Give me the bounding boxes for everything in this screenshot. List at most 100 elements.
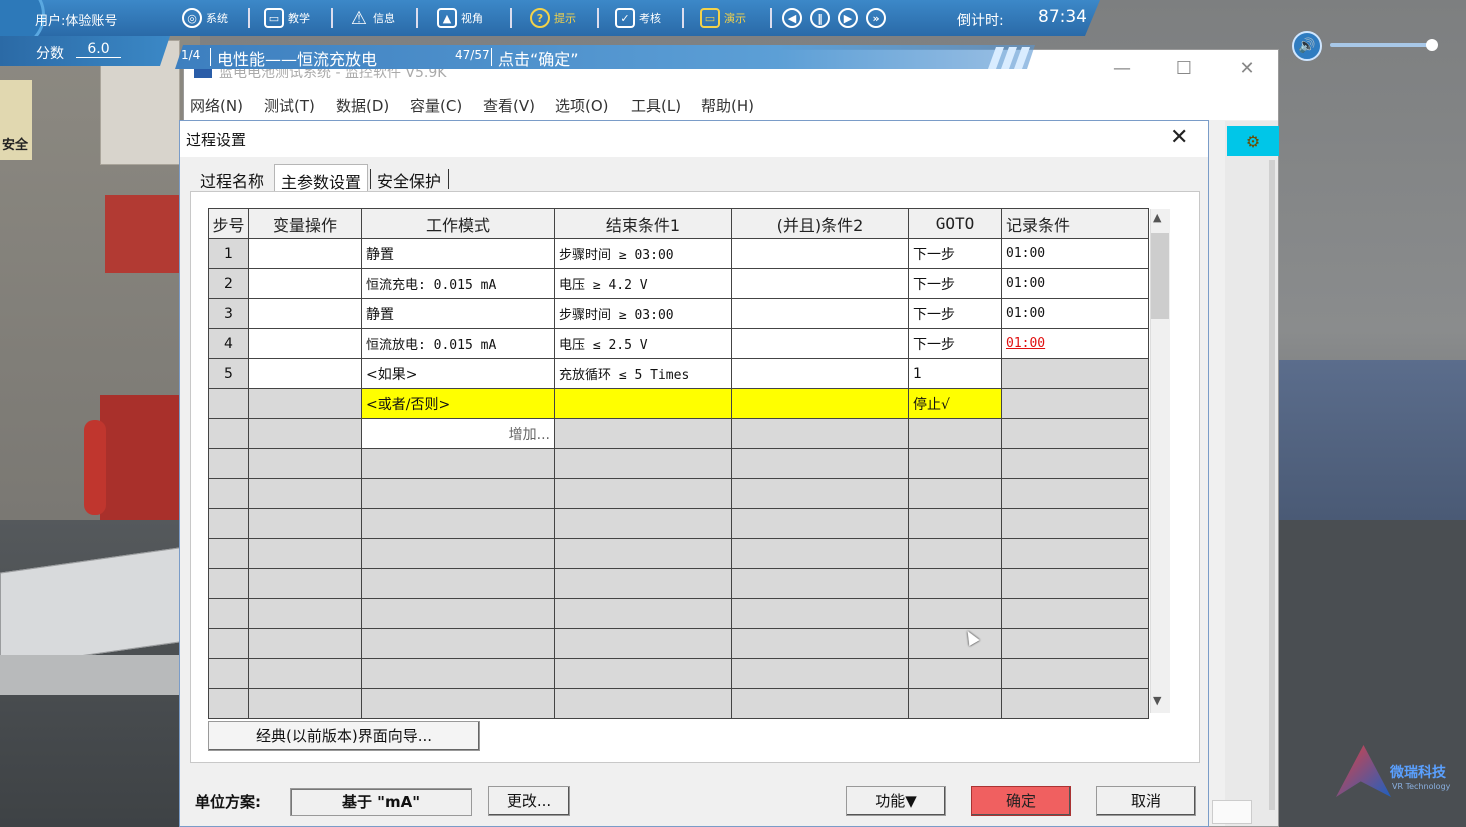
- goto-cell[interactable]: 下一步: [908, 238, 1002, 269]
- condition2-cell[interactable]: [731, 358, 909, 389]
- record-cell[interactable]: [1001, 388, 1149, 419]
- var-cell[interactable]: [248, 238, 362, 269]
- column-header[interactable]: GOTO: [908, 208, 1002, 239]
- info-button[interactable]: ⚠ 信息: [349, 6, 395, 30]
- cancel-button[interactable]: 取消: [1096, 786, 1196, 816]
- table-row[interactable]: 5 <如果> 充放循环 ≤ 5 Times 1: [208, 358, 1149, 389]
- volume-icon[interactable]: 🔊: [1292, 31, 1322, 61]
- close-icon[interactable]: ✕: [1227, 58, 1267, 82]
- condition2-cell[interactable]: [731, 238, 909, 269]
- empty-cell: [1001, 418, 1149, 449]
- menu-options[interactable]: 选项(O): [555, 95, 609, 116]
- step-cell[interactable]: 5: [208, 358, 249, 389]
- column-header[interactable]: 结束条件1: [554, 208, 732, 239]
- record-cell[interactable]: 01:00: [1001, 268, 1149, 299]
- column-header[interactable]: 变量操作: [248, 208, 362, 239]
- condition2-cell[interactable]: [731, 388, 909, 419]
- menu-data[interactable]: 数据(D): [336, 95, 389, 116]
- table-row[interactable]: 增加...: [208, 418, 1149, 449]
- end-condition-cell[interactable]: 电压 ≥ 4.2 V: [554, 268, 732, 299]
- record-cell[interactable]: 01:00: [1001, 298, 1149, 329]
- scroll-down-icon[interactable]: ▼: [1153, 694, 1161, 707]
- column-header[interactable]: 步号: [208, 208, 249, 239]
- record-cell[interactable]: [1001, 358, 1149, 389]
- classic-wizard-button[interactable]: 经典(以前版本)界面向导...: [208, 721, 480, 751]
- goto-cell[interactable]: 下一步: [908, 328, 1002, 359]
- record-cell[interactable]: 01:00: [1001, 238, 1149, 269]
- gear-icon[interactable]: ⚙: [1227, 126, 1279, 156]
- empty-cell: [554, 688, 732, 719]
- table-row[interactable]: 4 恒流放电: 0.015 mA 电压 ≤ 2.5 V 下一步 01:00: [208, 328, 1149, 359]
- end-condition-cell[interactable]: 步骤时间 ≥ 03:00: [554, 298, 732, 329]
- teach-button[interactable]: ▭ 教学: [264, 6, 310, 30]
- demo-button[interactable]: ▭ 演示: [700, 6, 746, 30]
- step-cell[interactable]: 4: [208, 328, 249, 359]
- volume-slider-knob[interactable]: [1426, 39, 1438, 51]
- exam-button[interactable]: ✓ 考核: [615, 6, 661, 30]
- table-row[interactable]: 1 静置 步骤时间 ≥ 03:00 下一步 01:00: [208, 238, 1149, 269]
- scroll-up-icon[interactable]: ▲: [1153, 211, 1161, 224]
- var-cell[interactable]: [248, 388, 362, 419]
- function-button[interactable]: 功能▼: [846, 786, 946, 816]
- tab-safety[interactable]: 安全保护: [371, 164, 447, 192]
- scrollbar-thumb[interactable]: [1151, 233, 1169, 319]
- volume-slider[interactable]: [1330, 43, 1432, 47]
- table-row[interactable]: 2 恒流充电: 0.015 mA 电压 ≥ 4.2 V 下一步 01:00: [208, 268, 1149, 299]
- goto-cell[interactable]: 下一步: [908, 268, 1002, 299]
- side-scrollbar[interactable]: [1269, 160, 1275, 810]
- menu-help[interactable]: 帮助(H): [701, 95, 754, 116]
- var-cell[interactable]: [248, 358, 362, 389]
- condition2-cell[interactable]: [731, 328, 909, 359]
- end-condition-cell[interactable]: [554, 388, 732, 419]
- mode-cell[interactable]: <或者/否则>: [361, 388, 555, 419]
- mode-cell[interactable]: 静置: [361, 238, 555, 269]
- column-header[interactable]: 记录条件: [1001, 208, 1149, 239]
- condition2-cell[interactable]: [731, 298, 909, 329]
- menu-test[interactable]: 测试(T): [264, 95, 315, 116]
- var-cell[interactable]: [248, 298, 362, 329]
- add-step-cell[interactable]: 增加...: [361, 418, 555, 449]
- dialog-title: 过程设置: [186, 131, 247, 149]
- menu-tools[interactable]: 工具(L): [631, 95, 681, 116]
- rewind-button[interactable]: ◀: [782, 6, 802, 30]
- menu-capacity[interactable]: 容量(C): [410, 95, 462, 116]
- end-condition-cell[interactable]: 电压 ≤ 2.5 V: [554, 328, 732, 359]
- system-button[interactable]: ◎ 系统: [182, 6, 228, 30]
- table-header-row: 步号 变量操作 工作模式 结束条件1 (并且)条件2 GOTO 记录条件: [208, 208, 1149, 239]
- minimize-icon[interactable]: —: [1102, 58, 1142, 82]
- goto-cell[interactable]: 停止√: [908, 388, 1002, 419]
- table-row[interactable]: <或者/否则> 停止√: [208, 388, 1149, 419]
- mode-cell[interactable]: 恒流充电: 0.015 mA: [361, 268, 555, 299]
- var-cell[interactable]: [248, 328, 362, 359]
- table-row[interactable]: 3 静置 步骤时间 ≥ 03:00 下一步 01:00: [208, 298, 1149, 329]
- menu-view[interactable]: 查看(V): [483, 95, 535, 116]
- mode-cell[interactable]: <如果>: [361, 358, 555, 389]
- view-button[interactable]: ▲ 视角: [437, 6, 483, 30]
- var-cell[interactable]: [248, 268, 362, 299]
- record-cell[interactable]: 01:00: [1001, 328, 1149, 359]
- tab-main-params[interactable]: 主参数设置: [274, 164, 369, 192]
- step-cell[interactable]: 3: [208, 298, 249, 329]
- fast-forward-button[interactable]: »: [866, 6, 886, 30]
- hint-button[interactable]: ? 提示: [530, 6, 576, 30]
- goto-cell[interactable]: 下一步: [908, 298, 1002, 329]
- end-condition-cell[interactable]: 步骤时间 ≥ 03:00: [554, 238, 732, 269]
- step-cell[interactable]: [208, 388, 249, 419]
- condition2-cell[interactable]: [731, 268, 909, 299]
- menu-network[interactable]: 网络(N): [190, 95, 243, 116]
- play-button[interactable]: ▶: [838, 6, 858, 30]
- ok-button[interactable]: 确定: [971, 786, 1071, 816]
- step-cell[interactable]: 2: [208, 268, 249, 299]
- end-condition-cell[interactable]: 充放循环 ≤ 5 Times: [554, 358, 732, 389]
- goto-cell[interactable]: 1: [908, 358, 1002, 389]
- step-cell[interactable]: 1: [208, 238, 249, 269]
- column-header[interactable]: 工作模式: [361, 208, 555, 239]
- column-header[interactable]: (并且)条件2: [731, 208, 909, 239]
- dialog-close-icon[interactable]: ✕: [1170, 125, 1188, 150]
- tab-process-name[interactable]: 过程名称: [194, 164, 270, 192]
- mode-cell[interactable]: 静置: [361, 298, 555, 329]
- change-button[interactable]: 更改...: [488, 786, 570, 816]
- pause-button[interactable]: ‖: [810, 6, 830, 30]
- maximize-icon[interactable]: ☐: [1164, 58, 1204, 82]
- mode-cell[interactable]: 恒流放电: 0.015 mA: [361, 328, 555, 359]
